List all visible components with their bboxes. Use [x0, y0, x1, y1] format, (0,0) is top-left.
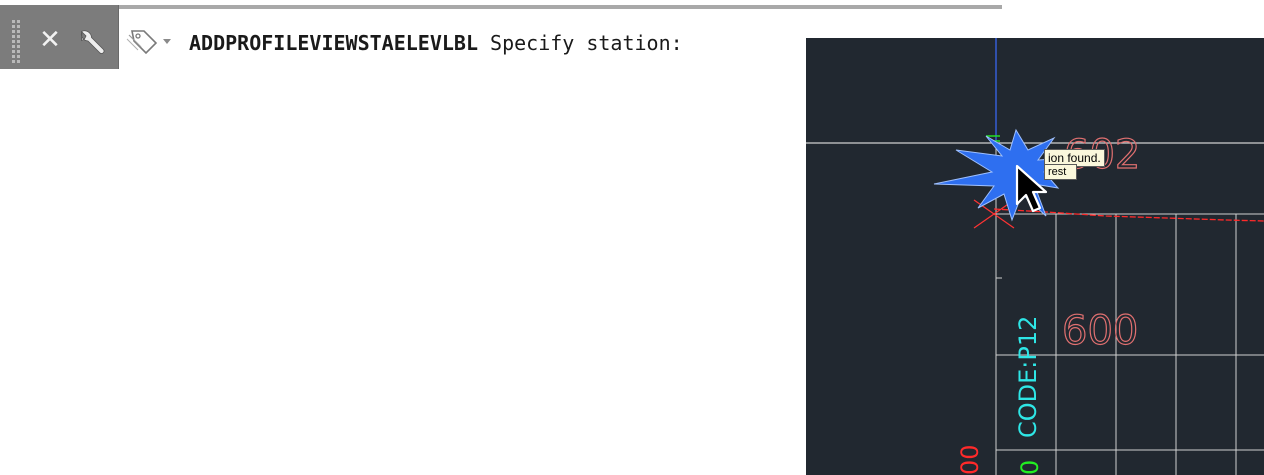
command-prompt: Specify station:: [477, 31, 683, 55]
command-name: ADDPROFILEVIEWSTAELEVLBL: [189, 31, 478, 55]
command-line-top-border: [118, 5, 1002, 9]
green-label: 0: [1016, 460, 1044, 475]
drawing-canvas[interactable]: 602 600 CODE:P12 0 00: [806, 38, 1264, 475]
snap-tooltip-secondary: rest: [1044, 164, 1077, 180]
elevation-label-mid: 600: [1062, 308, 1138, 354]
wrench-icon[interactable]: [74, 25, 108, 59]
chevron-down-icon[interactable]: [163, 39, 171, 44]
drag-grip-icon[interactable]: [12, 20, 22, 66]
close-icon[interactable]: ✕: [36, 26, 64, 56]
command-prompt-text: ADDPROFILEVIEWSTAELEVLBL Specify station…: [189, 31, 683, 55]
tag-icon[interactable]: [124, 27, 160, 57]
command-line-toolbar: ✕: [0, 5, 119, 69]
drawing-area[interactable]: 602 600 CODE:P12 0 00 ion found. rest: [806, 38, 1264, 475]
code-label: CODE:P12: [1014, 316, 1042, 438]
red-label: 00: [956, 444, 984, 475]
